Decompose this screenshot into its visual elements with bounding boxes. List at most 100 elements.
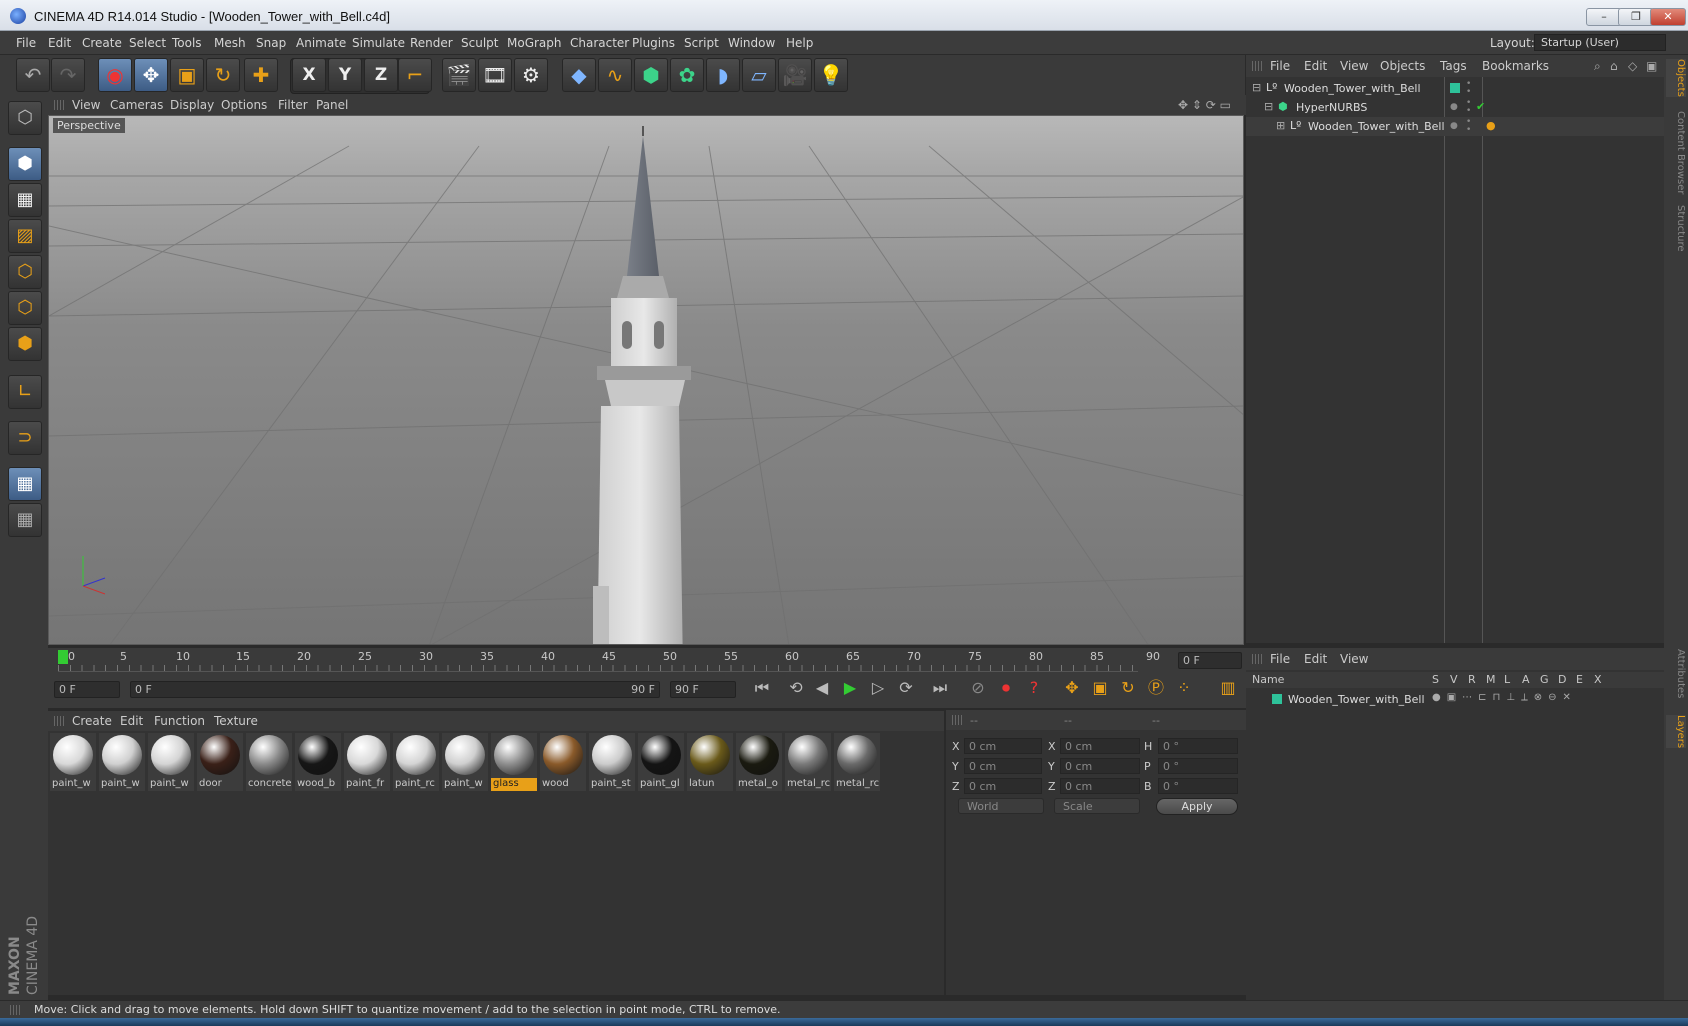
layer-color-tag[interactable] — [1450, 83, 1460, 93]
panel-grip-icon[interactable] — [1252, 61, 1262, 71]
new-window-icon[interactable]: ▣ — [1646, 59, 1657, 73]
material-swatch[interactable]: paint_w — [442, 733, 488, 791]
light-icon[interactable]: 💡 — [814, 58, 848, 92]
layer-menu-file[interactable]: File — [1270, 652, 1290, 666]
menu-script[interactable]: Script — [684, 36, 719, 50]
render-view-icon[interactable]: 🎬 — [442, 58, 476, 92]
magnet-icon[interactable]: ⊃ — [8, 421, 42, 455]
y-axis-icon[interactable]: Y — [328, 58, 362, 92]
col-g[interactable]: G — [1540, 673, 1549, 686]
object-menu-file[interactable]: File — [1270, 59, 1290, 73]
redo-icon[interactable]: ↷ — [51, 58, 85, 92]
visibility-dots-icon[interactable]: • • — [1466, 80, 1471, 97]
x-axis-icon[interactable]: X — [292, 58, 326, 92]
menu-mesh[interactable]: Mesh — [214, 36, 246, 50]
material-swatch[interactable]: concrete — [246, 733, 292, 791]
col-name[interactable]: Name — [1252, 673, 1284, 686]
rot-p-field[interactable]: 0 ° — [1158, 758, 1238, 774]
tab-content-browser[interactable]: Content Browser — [1666, 111, 1686, 194]
coordinate-system-icon[interactable]: ⌐ — [398, 58, 432, 92]
undo-icon[interactable]: ↶ — [16, 58, 50, 92]
col-s[interactable]: S — [1432, 673, 1439, 686]
move-icon[interactable]: ✥ — [134, 58, 168, 92]
object-menu-tags[interactable]: Tags — [1440, 59, 1467, 73]
panel-grip-icon[interactable] — [952, 715, 962, 725]
material-menu-function[interactable]: Function — [154, 714, 205, 728]
collapse-icon[interactable]: ⊟ — [1252, 81, 1261, 94]
texture-mode-icon[interactable]: ▦ — [8, 183, 42, 217]
playhead[interactable] — [58, 650, 68, 664]
object-menu-view[interactable]: View — [1340, 59, 1368, 73]
nurbs-icon[interactable]: ⬢ — [634, 58, 668, 92]
frame-range-slider[interactable]: 0 F 90 F — [130, 681, 660, 698]
pos-y-field[interactable]: 0 cm — [964, 758, 1042, 774]
size-mode-dropdown[interactable]: Scale — [1054, 798, 1140, 814]
material-swatch[interactable]: paint_fr — [344, 733, 390, 791]
planar-workplane-icon[interactable]: ▦ — [8, 503, 42, 537]
record-keys-icon[interactable]: ⊘ — [966, 677, 990, 701]
polygons-mode-icon[interactable]: ⬢ — [8, 327, 42, 361]
menu-character[interactable]: Character — [570, 36, 629, 50]
layer-menu-edit[interactable]: Edit — [1304, 652, 1327, 666]
rotate-icon[interactable]: ↻ — [206, 58, 240, 92]
viewport-menu-filter[interactable]: Filter — [278, 98, 308, 112]
material-swatch[interactable]: paint_w — [148, 733, 194, 791]
visibility-dots-icon[interactable]: • • — [1466, 99, 1471, 116]
layout-dropdown[interactable]: Startup (User) — [1534, 34, 1666, 51]
tab-attributes[interactable]: Attributes — [1666, 649, 1686, 698]
timeline-ruler[interactable]: 0 5 10 15 20 25 30 35 40 45 50 55 60 65 … — [48, 648, 1246, 672]
material-swatch[interactable]: metal_rc — [834, 733, 880, 791]
back-icon[interactable]: ◇ — [1628, 59, 1637, 73]
floor-icon[interactable]: ▱ — [742, 58, 776, 92]
step-back-icon[interactable]: ◀ — [810, 677, 834, 701]
timeline-window-icon[interactable]: ▥ — [1216, 677, 1240, 701]
viewport-menu-panel[interactable]: Panel — [316, 98, 348, 112]
material-swatch[interactable]: paint_rc — [393, 733, 439, 791]
axis-mode-icon[interactable]: ∟ — [8, 375, 42, 409]
editor-visibility-icon[interactable]: ● — [1450, 121, 1458, 131]
make-editable-icon[interactable]: ⬡ — [8, 101, 42, 135]
editor-visibility-icon[interactable]: ● — [1450, 102, 1458, 112]
start-frame-field[interactable]: 0 F — [54, 681, 120, 698]
material-swatch[interactable]: wood_b — [295, 733, 341, 791]
layer-color-swatch[interactable] — [1272, 694, 1282, 704]
menu-file[interactable]: File — [16, 36, 36, 50]
size-y-field[interactable]: 0 cm — [1060, 758, 1140, 774]
col-r[interactable]: R — [1468, 673, 1476, 686]
material-swatch[interactable]: metal_o — [736, 733, 782, 791]
material-menu-texture[interactable]: Texture — [214, 714, 258, 728]
tab-layers[interactable]: Layers — [1666, 715, 1686, 749]
edges-mode-icon[interactable]: ⬡ — [8, 291, 42, 325]
material-swatch[interactable]: door — [197, 733, 243, 791]
object-menu-bookmarks[interactable]: Bookmarks — [1482, 59, 1549, 73]
panel-grip-icon[interactable] — [1252, 654, 1262, 664]
material-swatch[interactable]: latun — [687, 733, 733, 791]
end-frame-field[interactable]: 90 F — [670, 681, 736, 698]
menu-animate[interactable]: Animate — [296, 36, 346, 50]
workplane-icon[interactable]: ▨ — [8, 219, 42, 253]
world-add-icon[interactable]: ✚ — [244, 58, 278, 92]
render-picture-viewer-icon[interactable]: 🎞 — [478, 58, 512, 92]
viewport-label[interactable]: Perspective — [53, 118, 125, 133]
menu-select[interactable]: Select — [129, 36, 166, 50]
model-mode-icon[interactable]: ⬢ — [8, 147, 42, 181]
pos-x-field[interactable]: 0 cm — [964, 738, 1042, 754]
col-d[interactable]: D — [1558, 673, 1566, 686]
array-icon[interactable]: ✿ — [670, 58, 704, 92]
menu-plugins[interactable]: Plugins — [632, 36, 675, 50]
material-swatch[interactable]: metal_rc — [785, 733, 831, 791]
object-menu-edit[interactable]: Edit — [1304, 59, 1327, 73]
goto-end-icon[interactable]: ⏭ — [928, 677, 952, 701]
key-param-icon[interactable]: Ⓟ — [1144, 677, 1168, 701]
viewport-menu-options[interactable]: Options — [221, 98, 267, 112]
object-row[interactable]: ⊞ Lº Wooden_Tower_with_Bell ● • • ● — [1246, 117, 1664, 136]
material-swatch[interactable]: paint_st — [589, 733, 635, 791]
object-row[interactable]: ⊟ ⬢ HyperNURBS ● • • ✔ — [1246, 98, 1664, 117]
live-select-icon[interactable]: ◉ — [98, 58, 132, 92]
material-swatch[interactable]: paint_w — [99, 733, 145, 791]
coordinate-mode-dropdown[interactable]: World — [958, 798, 1044, 814]
scale-icon[interactable]: ▣ — [170, 58, 204, 92]
repeat-icon[interactable]: ⟳ — [894, 677, 918, 701]
rot-h-field[interactable]: 0 ° — [1158, 738, 1238, 754]
visibility-dots-icon[interactable]: • • — [1466, 118, 1471, 135]
